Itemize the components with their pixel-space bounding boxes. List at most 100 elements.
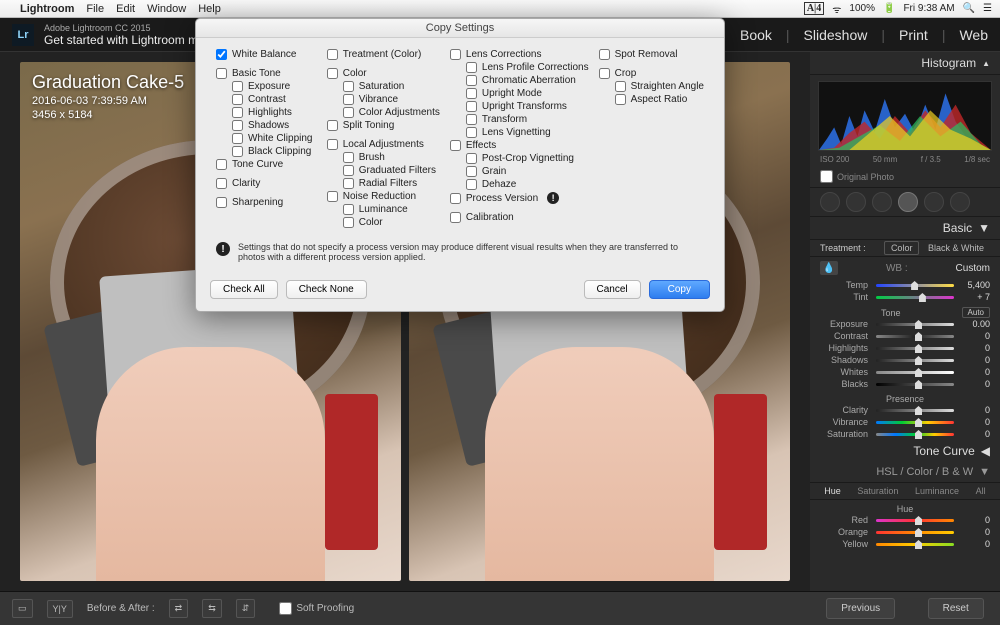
menubar-app-name[interactable]: Lightroom (20, 3, 74, 15)
copy-option-tone-curve[interactable]: Tone Curve (216, 158, 317, 171)
checkbox[interactable] (343, 152, 354, 163)
slider-whites[interactable]: Whites 0 (810, 366, 1000, 378)
battery-icon[interactable]: 🔋 (883, 3, 895, 14)
slider-blacks[interactable]: Blacks 0 (810, 378, 1000, 390)
copy-option-white-clipping[interactable]: White Clipping (216, 132, 317, 145)
checkbox[interactable] (343, 204, 354, 215)
checkbox[interactable] (327, 139, 338, 150)
copy-option-color[interactable]: Color (327, 216, 440, 229)
slider-exposure[interactable]: Exposure 0.00 (810, 318, 1000, 330)
checkbox[interactable] (327, 49, 338, 60)
checkbox[interactable] (450, 193, 461, 204)
checkbox[interactable] (327, 120, 338, 131)
treatment-bw[interactable]: Black & White (922, 242, 990, 254)
brush-tool-icon[interactable] (950, 192, 970, 212)
checkbox[interactable] (216, 178, 227, 189)
copy-option-dehaze[interactable]: Dehaze (450, 178, 589, 191)
slider-red[interactable]: Red 0 (810, 514, 1000, 526)
clock[interactable]: Fri 9:38 AM (903, 3, 954, 14)
slider-temp[interactable]: Temp 5,400 (810, 279, 1000, 291)
previous-button[interactable]: Previous (826, 598, 895, 619)
copy-option-local-adjustments[interactable]: Local Adjustments (327, 138, 440, 151)
menu-file[interactable]: File (86, 3, 104, 15)
copy-option-post-crop-vignetting[interactable]: Post-Crop Vignetting (450, 152, 589, 165)
copy-option-basic-tone[interactable]: Basic Tone (216, 67, 317, 80)
menu-window[interactable]: Window (147, 3, 186, 15)
module-book[interactable]: Book (740, 27, 772, 43)
collapse-hsl-icon[interactable]: ▼ (979, 466, 990, 478)
copy-option-crop[interactable]: Crop (599, 67, 704, 80)
checkbox[interactable] (466, 75, 477, 86)
hsl-tab-lum[interactable]: Luminance (915, 486, 959, 496)
checkbox[interactable] (343, 217, 354, 228)
copy-option-grain[interactable]: Grain (450, 165, 589, 178)
ba-mode-1-icon[interactable]: ⇄ (169, 599, 189, 618)
copy-option-aspect-ratio[interactable]: Aspect Ratio (599, 93, 704, 106)
copy-option-lens-profile-corrections[interactable]: Lens Profile Corrections (450, 61, 589, 74)
spot-tool-icon[interactable] (846, 192, 866, 212)
hsl-title[interactable]: HSL / Color / B & W (876, 466, 973, 478)
copy-option-radial-filters[interactable]: Radial Filters (327, 177, 440, 190)
redeye-tool-icon[interactable] (872, 192, 892, 212)
slider-highlights[interactable]: Highlights 0 (810, 342, 1000, 354)
ba-mode-2-icon[interactable]: ⇆ (202, 599, 222, 618)
wb-dropper-icon[interactable]: 💧 (820, 261, 838, 275)
copy-option-upright-mode[interactable]: Upright Mode (450, 87, 589, 100)
checkbox[interactable] (466, 153, 477, 164)
histogram-title[interactable]: Histogram (921, 56, 976, 70)
slider-shadows[interactable]: Shadows 0 (810, 354, 1000, 366)
checkbox[interactable] (232, 81, 243, 92)
checkbox[interactable] (232, 107, 243, 118)
copy-option-brush[interactable]: Brush (327, 151, 440, 164)
copy-option-spot-removal[interactable]: Spot Removal (599, 48, 704, 61)
copy-option-process-version[interactable]: Process Version! (450, 191, 589, 205)
checkbox[interactable] (232, 146, 243, 157)
slider-orange[interactable]: Orange 0 (810, 526, 1000, 538)
copy-option-contrast[interactable]: Contrast (216, 93, 317, 106)
checkbox[interactable] (599, 49, 610, 60)
module-slideshow[interactable]: Slideshow (804, 27, 868, 43)
copy-option-transform[interactable]: Transform (450, 113, 589, 126)
checkbox[interactable] (466, 127, 477, 138)
gradient-tool-icon[interactable] (898, 192, 918, 212)
copy-option-lens-corrections[interactable]: Lens Corrections (450, 48, 589, 61)
ba-mode-3-icon[interactable]: ⇵ (236, 599, 256, 618)
compare-view-icon[interactable]: Y|Y (47, 600, 73, 618)
menu-edit[interactable]: Edit (116, 3, 135, 15)
module-web[interactable]: Web (959, 27, 988, 43)
original-photo-checkbox[interactable] (820, 170, 833, 183)
copy-option-split-toning[interactable]: Split Toning (327, 119, 440, 132)
checkbox[interactable] (232, 133, 243, 144)
copy-option-upright-transforms[interactable]: Upright Transforms (450, 100, 589, 113)
wb-value[interactable]: Custom (956, 263, 990, 274)
checkbox[interactable] (450, 49, 461, 60)
checkbox[interactable] (216, 159, 227, 170)
checkbox[interactable] (450, 212, 461, 223)
reset-button[interactable]: Reset (928, 598, 984, 619)
copy-option-lens-vignetting[interactable]: Lens Vignetting (450, 126, 589, 139)
checkbox[interactable] (232, 94, 243, 105)
soft-proof-checkbox[interactable] (279, 602, 292, 615)
checkbox[interactable] (466, 88, 477, 99)
crop-tool-icon[interactable] (820, 192, 840, 212)
copy-option-graduated-filters[interactable]: Graduated Filters (327, 164, 440, 177)
copy-option-exposure[interactable]: Exposure (216, 80, 317, 93)
auto-tone-button[interactable]: Auto (962, 307, 990, 318)
hsl-tab-hue[interactable]: Hue (824, 486, 841, 496)
slider-vibrance[interactable]: Vibrance 0 (810, 416, 1000, 428)
copy-option-calibration[interactable]: Calibration (450, 211, 589, 224)
copy-option-saturation[interactable]: Saturation (327, 80, 440, 93)
copy-option-color[interactable]: Color (327, 67, 440, 80)
checkbox[interactable] (216, 197, 227, 208)
checkbox[interactable] (343, 107, 354, 118)
collapse-icon[interactable]: ▲ (982, 59, 990, 68)
copy-option-chromatic-aberration[interactable]: Chromatic Aberration (450, 74, 589, 87)
hsl-tab-sat[interactable]: Saturation (857, 486, 898, 496)
slider-yellow[interactable]: Yellow 0 (810, 538, 1000, 550)
copy-option-shadows[interactable]: Shadows (216, 119, 317, 132)
loupe-view-icon[interactable]: ▭ (12, 599, 33, 618)
menu-extras-icon[interactable]: ☰ (983, 3, 992, 14)
slider-saturation[interactable]: Saturation 0 (810, 428, 1000, 440)
checkbox[interactable] (216, 49, 227, 60)
tone-curve-title[interactable]: Tone Curve (913, 444, 974, 458)
